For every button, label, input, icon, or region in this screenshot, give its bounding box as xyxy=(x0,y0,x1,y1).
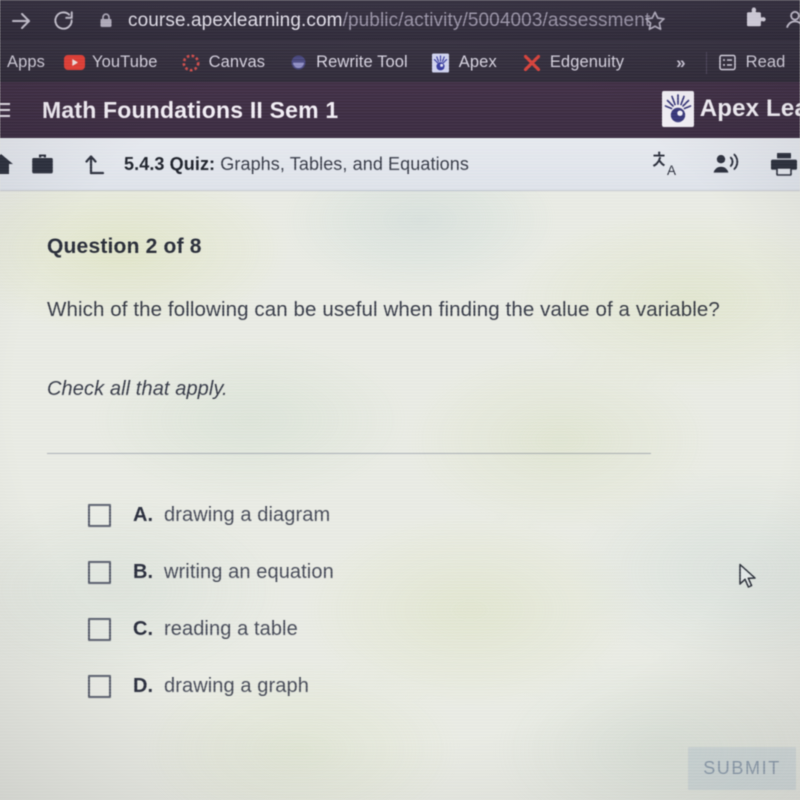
choice-text: drawing a graph xyxy=(164,675,309,697)
read-aloud-icon[interactable] xyxy=(706,151,744,177)
apex-learning-logo-icon xyxy=(661,91,694,127)
bookmark-label: Apps xyxy=(7,53,46,71)
choice-text: writing an equation xyxy=(164,561,334,583)
question-number: Question 2 of 8 xyxy=(47,235,202,258)
activity-name: Graphs, Tables, and Equations xyxy=(220,153,469,174)
checkbox-d[interactable] xyxy=(88,675,111,698)
bookmark-label: Canvas xyxy=(208,53,266,71)
bookmark-apps[interactable]: Apps xyxy=(0,42,45,82)
question-instruction: Check all that apply. xyxy=(47,378,228,400)
url-host: course.apexlearning.com xyxy=(128,9,343,31)
choice-text: drawing a diagram xyxy=(164,504,331,526)
choice-letter: C. xyxy=(133,618,153,640)
answer-choice-a[interactable]: A. drawing a diagram xyxy=(88,487,688,544)
choice-text: reading a table xyxy=(164,618,298,640)
bookmark-label: YouTube xyxy=(92,53,158,71)
answer-choice-d[interactable]: D. drawing a graph xyxy=(88,658,688,715)
question-content: Question 2 of 8 Which of the following c… xyxy=(0,190,800,800)
browser-chrome: course.apexlearning.com/public/activity/… xyxy=(0,0,800,82)
bookmark-rewrite-tool[interactable]: Rewrite Tool xyxy=(287,42,408,82)
submit-button[interactable]: SUBMIT xyxy=(688,747,796,790)
bookmark-label: Apex xyxy=(458,53,497,71)
activity-title: 5.4.3 Quiz: Graphs, Tables, and Equation… xyxy=(124,154,469,175)
reading-list-icon xyxy=(717,52,739,74)
checkbox-a[interactable] xyxy=(88,504,111,527)
question-stem: Which of the following can be useful whe… xyxy=(47,298,720,321)
translate-icon[interactable]: A xyxy=(646,150,684,178)
checkbox-c[interactable] xyxy=(88,618,111,641)
choice-letter: A. xyxy=(133,504,153,526)
answer-choice-c[interactable]: C. reading a table xyxy=(88,601,688,658)
rewrite-tool-icon xyxy=(287,52,309,74)
reload-icon[interactable] xyxy=(42,9,84,32)
svg-text:A: A xyxy=(667,163,676,178)
lock-icon[interactable] xyxy=(98,12,114,29)
canvas-icon xyxy=(180,52,202,74)
bookmarks-bar: Apps YouTube Canvas Rewrite Tool Apex Ed… xyxy=(0,41,800,82)
print-icon[interactable] xyxy=(766,151,800,177)
home-icon[interactable] xyxy=(0,152,16,176)
bookmark-edgenuity[interactable]: Edgenuity xyxy=(521,42,624,82)
extensions-puzzle-icon[interactable] xyxy=(740,6,768,34)
up-level-arrow-icon[interactable] xyxy=(68,151,124,177)
bookmark-reading-list[interactable]: Read xyxy=(717,42,786,82)
apex-icon xyxy=(430,52,452,74)
url-path: /public/activity/5004003/assessment xyxy=(342,9,651,31)
youtube-icon xyxy=(63,52,85,74)
course-header: Math Foundations II Sem 1 Apex Lea xyxy=(0,82,800,138)
bookmark-apex[interactable]: Apex xyxy=(430,42,497,82)
content-divider xyxy=(47,453,651,454)
activity-number: 5.4.3 xyxy=(124,153,165,174)
profile-avatar-icon[interactable] xyxy=(782,6,800,34)
omnibox-row: course.apexlearning.com/public/activity/… xyxy=(0,0,800,41)
brand-name: Apex Lea xyxy=(699,95,800,122)
checkbox-b[interactable] xyxy=(88,561,111,584)
answer-choices: A. drawing a diagram B. writing an equat… xyxy=(88,487,688,715)
bookmark-label: Rewrite Tool xyxy=(316,53,408,71)
url-text[interactable]: course.apexlearning.com/public/activity/… xyxy=(128,10,650,32)
edgenuity-icon xyxy=(521,52,543,74)
activity-toolbar-actions: A xyxy=(646,138,798,190)
forward-arrow-icon[interactable] xyxy=(0,9,42,33)
bookmark-canvas[interactable]: Canvas xyxy=(180,42,266,82)
photographed-screen: course.apexlearning.com/public/activity/… xyxy=(0,0,800,800)
answer-choice-b[interactable]: B. writing an equation xyxy=(88,544,688,601)
toolbar-divider xyxy=(705,51,707,74)
choice-letter: D. xyxy=(133,675,153,697)
choice-letter: B. xyxy=(133,561,153,583)
activity-toolbar: 5.4.3 Quiz: Graphs, Tables, and Equation… xyxy=(0,138,800,191)
bookmarks-overflow-button[interactable]: » xyxy=(676,53,685,73)
bookmark-star-icon[interactable] xyxy=(643,9,667,33)
bookmark-label: Edgenuity xyxy=(549,53,625,71)
activity-kind: Quiz: xyxy=(169,153,216,174)
apex-learning-brand: Apex Lea xyxy=(661,91,800,127)
bookmark-youtube[interactable]: YouTube xyxy=(63,42,158,82)
briefcase-icon[interactable] xyxy=(16,151,68,177)
course-title: Math Foundations II Sem 1 xyxy=(42,96,339,123)
bookmark-label: Read xyxy=(745,53,786,71)
hamburger-menu-icon[interactable] xyxy=(0,103,26,117)
